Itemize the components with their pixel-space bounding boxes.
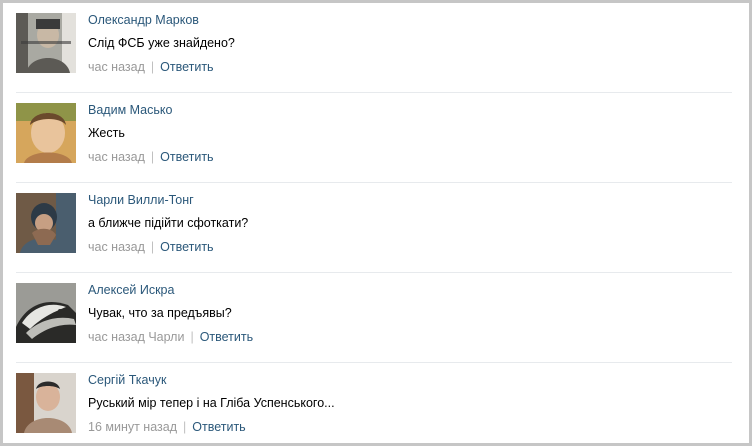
comment-author[interactable]: Чарли Вилли-Тонг [88, 193, 194, 207]
comment-item: Олександр Марков Слід ФСБ уже знайдено? … [16, 3, 732, 93]
comment-meta: час назад Чарли | Ответить [88, 330, 253, 344]
comment-item: Чарли Вилли-Тонг а ближче підійти сфотка… [16, 183, 732, 273]
comments-panel: Олександр Марков Слід ФСБ уже знайдено? … [0, 0, 752, 446]
reply-link[interactable]: Ответить [160, 240, 213, 254]
comment-meta: час назад | Ответить [88, 60, 214, 74]
meta-divider: | [150, 60, 155, 74]
avatar[interactable] [16, 283, 76, 343]
comment-time[interactable]: час назад Чарли [88, 330, 184, 344]
comment-author[interactable]: Сергій Ткачук [88, 373, 166, 387]
comment-text: Руський мір тепер і на Гліба Успенського… [88, 396, 335, 410]
comment-item: Вадим Масько Жесть час назад | Ответить [16, 93, 732, 183]
avatar[interactable] [16, 373, 76, 433]
avatar[interactable] [16, 193, 76, 253]
meta-divider: | [150, 240, 155, 254]
comment-meta: 16 минут назад | Ответить [88, 420, 246, 434]
comment-text: Чувак, что за предъявы? [88, 306, 232, 320]
comment-text: а ближче підійти сфоткати? [88, 216, 249, 230]
comment-time[interactable]: час назад [88, 240, 145, 254]
comment-time[interactable]: час назад [88, 60, 145, 74]
comment-author[interactable]: Олександр Марков [88, 13, 199, 27]
avatar[interactable] [16, 103, 76, 163]
comment-meta: час назад | Ответить [88, 150, 214, 164]
meta-divider: | [183, 420, 187, 434]
comment-author[interactable]: Вадим Масько [88, 103, 172, 117]
meta-divider: | [190, 330, 194, 344]
comment-text: Слід ФСБ уже знайдено? [88, 36, 235, 50]
reply-link[interactable]: Ответить [160, 150, 213, 164]
comment-meta: час назад | Ответить [88, 240, 214, 254]
comment-author[interactable]: Алексей Искра [88, 283, 174, 297]
comment-item: Алексей Искра Чувак, что за предъявы? ча… [16, 273, 732, 363]
comment-time[interactable]: час назад [88, 150, 145, 164]
meta-divider: | [150, 150, 155, 164]
reply-link[interactable]: Ответить [200, 330, 253, 344]
comment-text: Жесть [88, 126, 125, 140]
comment-item: Сергій Ткачук Руський мір тепер і на Глі… [16, 363, 732, 443]
comment-time[interactable]: 16 минут назад [88, 420, 177, 434]
avatar[interactable] [16, 13, 76, 73]
reply-link[interactable]: Ответить [160, 60, 213, 74]
reply-link[interactable]: Ответить [192, 420, 245, 434]
